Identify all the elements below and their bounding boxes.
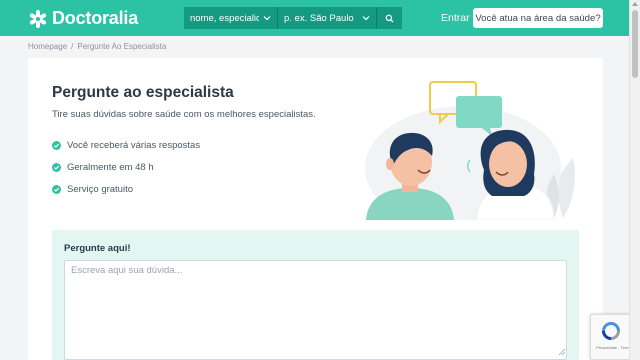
check-circle-icon — [52, 162, 61, 172]
doctoralia-star-icon — [29, 9, 47, 28]
breadcrumb-separator: / — [71, 42, 74, 51]
resize-handle-icon[interactable] — [558, 348, 566, 356]
ask-label: Pergunte aqui! — [64, 243, 131, 254]
search-icon — [385, 14, 394, 22]
ask-expert-card: Pergunte ao especialista Tire suas dúvid… — [28, 58, 603, 360]
scroll-thumb[interactable] — [632, 10, 638, 78]
logo[interactable]: Doctoralia — [28, 8, 138, 29]
page-subtitle: Tire suas dúvidas sobre saúde com os mel… — [52, 109, 316, 120]
check-circle-icon — [52, 140, 61, 150]
location-input[interactable]: p. ex. São Paulo — [278, 7, 376, 29]
location-placeholder: p. ex. São Paulo — [284, 12, 354, 24]
benefit-label: Serviço gratuito — [67, 183, 134, 195]
search-bar: nome, especialidade p. ex. São Paulo — [184, 7, 402, 29]
brand-name: Doctoralia — [52, 8, 139, 28]
benefit-item: Você receberá várias respostas — [52, 134, 200, 156]
page-title: Pergunte ao especialista — [52, 84, 234, 101]
professional-cta-button[interactable]: Você atua na área da saúde? — [473, 8, 603, 28]
scroll-up-arrow-icon[interactable] — [632, 2, 638, 6]
benefit-item: Serviço gratuito — [52, 178, 200, 200]
question-textarea[interactable] — [64, 260, 567, 360]
benefit-label: Você receberá várias respostas — [67, 139, 201, 151]
chevron-down-icon — [263, 16, 271, 21]
benefit-item: Geralmente em 48 h — [52, 156, 200, 178]
login-link[interactable]: Entrar — [441, 12, 470, 24]
breadcrumb-current: Pergunte Ao Especialista — [77, 42, 167, 51]
benefits-list: Você receberá várias respostas Geralment… — [52, 134, 200, 200]
breadcrumb-home[interactable]: Homepage — [28, 42, 67, 51]
search-button[interactable] — [376, 7, 402, 29]
check-circle-icon — [52, 184, 61, 194]
top-navbar: Doctoralia nome, especialidade p. ex. Sã… — [0, 0, 640, 36]
ask-question-box: Pergunte aqui! — [52, 230, 579, 360]
page-scrollbar[interactable] — [629, 0, 640, 360]
specialty-input[interactable]: nome, especialidade — [184, 7, 278, 29]
benefit-label: Geralmente em 48 h — [67, 161, 154, 173]
specialty-placeholder: nome, especialidade — [190, 12, 259, 24]
breadcrumb: Homepage / Pergunte Ao Especialista — [28, 42, 166, 51]
recaptcha-icon — [602, 322, 620, 340]
chevron-down-icon — [362, 16, 370, 21]
doctor-patient-illustration — [365, 81, 575, 220]
